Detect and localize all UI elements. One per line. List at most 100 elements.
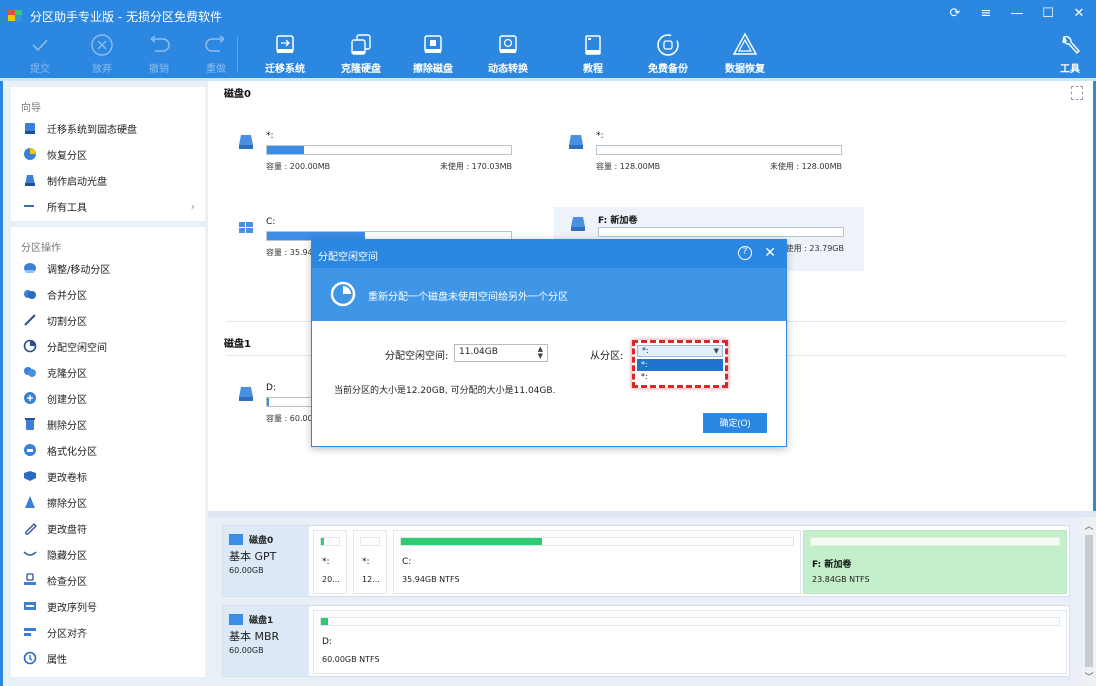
discard-button[interactable]: 放弃 xyxy=(74,32,130,76)
view-toggle-icon[interactable] xyxy=(1071,86,1083,100)
properties-icon xyxy=(23,651,37,665)
sidebar-item-all-tools[interactable]: 所有工具 › xyxy=(11,193,205,219)
label-icon xyxy=(23,469,37,483)
vertical-scrollbar[interactable]: ︿ ﹀ xyxy=(1082,517,1096,686)
sidebar-item-migrate-ssd[interactable]: 迁移系统到固态硬盘 xyxy=(11,115,205,141)
sidebar-item-hide[interactable]: 隐藏分区 xyxy=(11,541,205,567)
partition-icon xyxy=(239,135,253,149)
migrate-os-button[interactable]: 迁移系统 xyxy=(257,32,313,76)
check-icon xyxy=(23,573,37,587)
clone-disk-button[interactable]: 克隆硬盘 xyxy=(333,32,389,76)
edit-icon xyxy=(23,521,37,535)
sidebar-item-align[interactable]: 分区对齐 xyxy=(11,619,205,645)
usage-fill xyxy=(267,398,270,406)
usage-fill xyxy=(321,538,324,545)
sidebar-item-edit[interactable]: 更改盘符 xyxy=(11,515,205,541)
book-icon xyxy=(580,32,606,58)
sidebar-item-serial[interactable]: 更改序列号 xyxy=(11,593,205,619)
partition-block[interactable]: D: 60.00GB NTFS xyxy=(313,610,1067,674)
alloc-size-spinner[interactable]: 11.04GB ▲ ▼ xyxy=(454,344,548,362)
usage-fill xyxy=(267,146,304,154)
sidebar-item-label[interactable]: 更改卷标 xyxy=(11,463,205,489)
sidebar-item-format[interactable]: 格式化分区 xyxy=(11,437,205,463)
usage-fill xyxy=(321,618,329,625)
maximize-icon[interactable]: ☐ xyxy=(1041,6,1055,22)
minimize-icon[interactable]: — xyxy=(1010,6,1024,22)
commit-button[interactable]: 提交 xyxy=(12,32,68,76)
partition-card[interactable]: *: 容量 : 200.00MB 未使用 : 170.03MB xyxy=(222,125,532,189)
disk1-info: 磁盘1 基本 MBR 60.00GB xyxy=(223,606,309,676)
convert-disk-button[interactable]: 动态转换 xyxy=(480,32,536,76)
menu-icon[interactable]: ≡ xyxy=(979,6,993,22)
scroll-thumb[interactable] xyxy=(1085,535,1093,667)
tools-button[interactable]: 工具 xyxy=(1042,32,1096,76)
from-partition-select[interactable]: *: ▼ xyxy=(637,345,723,357)
wipe-disk-icon xyxy=(420,32,446,58)
sidebar-item-boot-disc[interactable]: 制作启动光盘 xyxy=(11,167,205,193)
allocate-icon xyxy=(23,339,37,353)
redo-button[interactable]: 重做 xyxy=(188,32,244,76)
convert-disk-icon xyxy=(495,32,521,58)
dropdown-option[interactable]: *: xyxy=(637,371,723,383)
sidebar-item-create-partition[interactable]: 创建分区 xyxy=(11,385,205,411)
sidebar-item-resize[interactable]: 调整/移动分区 xyxy=(11,255,205,281)
data-recovery-button[interactable]: 数据恢复 xyxy=(717,32,773,76)
backup-icon xyxy=(655,32,681,58)
spinner-arrows-icon[interactable]: ▲ ▼ xyxy=(538,346,543,360)
close-icon[interactable]: ✕ xyxy=(1072,6,1086,22)
pie-chart-icon xyxy=(330,281,356,307)
partition-card[interactable]: *: 容量 : 128.00MB 未使用 : 128.00MB xyxy=(552,125,862,189)
sidebar-item-delete[interactable]: 删除分区 xyxy=(11,411,205,437)
usage-bar xyxy=(266,145,512,155)
disk1-row[interactable]: 磁盘1 基本 MBR 60.00GB D: 60.00GB NTFS xyxy=(222,605,1070,677)
wipe-disk-button[interactable]: 擦除磁盘 xyxy=(405,32,461,76)
clone-disk-icon xyxy=(348,32,374,58)
disk-icon xyxy=(229,533,243,545)
scroll-down-icon[interactable]: ﹀ xyxy=(1082,670,1096,684)
serial-icon xyxy=(23,599,37,613)
window-title: 分区助手专业版 - 无损分区免费软件 xyxy=(30,10,222,24)
dialog-title-bar: 分配空闲空间 ? ✕ xyxy=(312,240,786,268)
disk0-row[interactable]: 磁盘0 基本 GPT 60.00GB *: 20... *: 12... C: … xyxy=(222,525,1070,597)
merge-icon xyxy=(23,287,37,301)
partition-block-selected[interactable]: F: 新加卷 23.84GB NTFS xyxy=(803,530,1067,594)
partition-block[interactable]: *: 12... xyxy=(353,530,387,594)
partition-block[interactable]: C: 35.94GB NTFS xyxy=(393,530,801,594)
sidebar: 向导 迁移系统到固态硬盘 恢复分区 制作启动光盘 所有工具 › 分区操作 调整/… xyxy=(0,81,208,686)
sidebar-item-check[interactable]: 检查分区 xyxy=(11,567,205,593)
sidebar-item-recover-partition[interactable]: 恢复分区 xyxy=(11,141,205,167)
allocate-space-dialog: 分配空闲空间 ? ✕ 重新分配一个磁盘未使用空间给另外一个分区 分配空闲空间: … xyxy=(311,239,787,447)
migrate-disk-icon xyxy=(272,32,298,58)
partition-ops-panel: 分区操作 调整/移动分区 合并分区 切割分区 分配空闲空间 克隆分区 创建分区 删除分区 格式… xyxy=(11,227,205,677)
boot-disc-icon xyxy=(23,173,37,187)
sidebar-item-clone-partition[interactable]: 克隆分区 xyxy=(11,359,205,385)
usage-fill xyxy=(401,538,543,545)
free-backup-button[interactable]: 免费备份 xyxy=(640,32,696,76)
scroll-up-icon[interactable]: ︿ xyxy=(1082,519,1096,533)
sidebar-item-merge[interactable]: 合并分区 xyxy=(11,281,205,307)
toolbar-separator xyxy=(237,36,238,72)
ok-button[interactable]: 确定(O) xyxy=(703,413,767,433)
sidebar-item-wipe[interactable]: 擦除分区 xyxy=(11,489,205,515)
ops-heading: 分区操作 xyxy=(21,243,61,254)
help-icon[interactable]: ? xyxy=(738,246,752,260)
usage-bar xyxy=(596,145,842,155)
refresh-icon[interactable]: ⟳ xyxy=(948,6,962,22)
chevron-right-icon: › xyxy=(190,199,195,213)
tutorial-button[interactable]: 教程 xyxy=(565,32,621,76)
app-logo-icon xyxy=(8,10,22,21)
sidebar-item-properties[interactable]: 属性 xyxy=(11,645,205,671)
disk0-title: 磁盘0 xyxy=(224,89,251,100)
dropdown-option[interactable]: *: xyxy=(637,359,723,371)
disk0-info: 磁盘0 基本 GPT 60.00GB xyxy=(223,526,309,596)
sidebar-item-split[interactable]: 切割分区 xyxy=(11,307,205,333)
partition-block[interactable]: *: 20... xyxy=(313,530,347,594)
toolbar: 提交 放弃 撤销 重做 迁移系统 克隆硬盘 擦除磁盘 动态转换 教程 免费备份 … xyxy=(0,30,1096,78)
chevron-down-icon: ▼ xyxy=(713,347,719,355)
undo-button[interactable]: 撤销 xyxy=(131,32,187,76)
sidebar-item-allocate[interactable]: 分配空闲空间 xyxy=(11,333,205,359)
cancel-icon xyxy=(89,32,115,58)
recovery-icon xyxy=(732,32,758,58)
dialog-close-icon[interactable]: ✕ xyxy=(764,245,776,261)
split-icon xyxy=(23,313,37,327)
